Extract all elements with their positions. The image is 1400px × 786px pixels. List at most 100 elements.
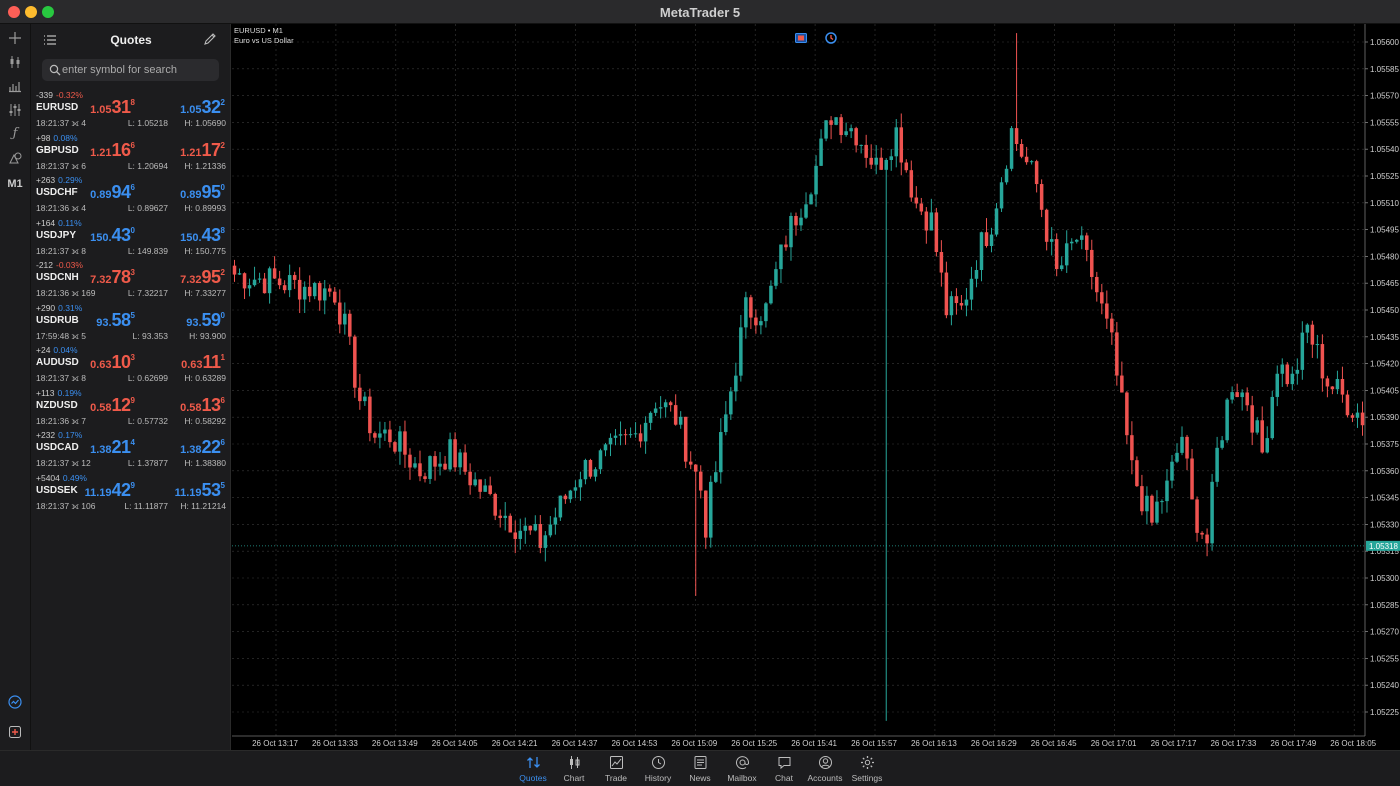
tab-chat[interactable]: Chat	[763, 755, 805, 785]
y-tick-label: 1.05495	[1370, 226, 1399, 235]
bid-price[interactable]: 1.38214	[90, 437, 135, 458]
tab-history[interactable]: History	[637, 755, 679, 785]
objects-shapes-icon[interactable]	[4, 148, 26, 168]
y-tick-label: 1.05585	[1370, 65, 1399, 74]
quote-time-spread: 18:21:37 ⟗ 4	[36, 118, 86, 128]
candle-body	[343, 313, 347, 325]
search-icon	[49, 64, 61, 76]
tab-quotes[interactable]: Quotes	[512, 755, 554, 785]
ask-price[interactable]: 1.05322	[180, 97, 225, 118]
ask-price[interactable]: 0.89950	[180, 182, 225, 203]
candle-body	[1085, 235, 1089, 250]
indicators-sliders-icon[interactable]	[4, 100, 26, 120]
candle-body	[1074, 239, 1079, 242]
tab-trade[interactable]: Trade	[595, 755, 637, 785]
tab-mailbox[interactable]: Mailbox	[721, 755, 763, 785]
new-order-icon[interactable]	[4, 722, 26, 742]
quote-row-gbpusd[interactable]: +98 0.08% GBPUSD 18:21:37 ⟗ 6 1.21166 1.21172…	[31, 133, 231, 175]
quote-change-percent: 0.31%	[58, 302, 83, 313]
ask-price[interactable]: 1.21172	[180, 140, 225, 161]
bid-price[interactable]: 93.585	[96, 310, 135, 331]
candle-body	[1215, 447, 1219, 482]
function-icon[interactable]: ƒ	[4, 124, 26, 144]
quote-symbol: USDCHF	[36, 187, 78, 198]
candle-body	[1165, 480, 1169, 502]
tab-label: Chart	[563, 773, 585, 783]
candle-body	[693, 464, 698, 472]
bid-price[interactable]: 1.05318	[90, 97, 135, 118]
candle-body	[473, 479, 477, 486]
timeframe-button[interactable]: M1	[4, 174, 26, 194]
search-input[interactable]	[62, 61, 212, 79]
candle-body	[1014, 128, 1019, 144]
quote-row-usdrub[interactable]: +290 0.31% USDRUB 17:59:48 ⟗ 5 93.585 93.590 L…	[31, 303, 231, 345]
quote-symbol: EURUSD	[36, 102, 79, 113]
candle-body	[1350, 415, 1355, 418]
candle-body	[1245, 392, 1249, 406]
candle-body	[764, 303, 768, 322]
candle-body	[1285, 364, 1290, 385]
candle-body	[964, 299, 969, 306]
candle-body	[297, 279, 302, 300]
quote-row-eurusd[interactable]: -339 -0.32% EURUSD 18:21:37 ⟗ 4 1.05318 1.053…	[31, 90, 231, 132]
quote-low: L: 149.839	[127, 245, 168, 256]
quote-row-nzdusd[interactable]: +113 0.19% NZDUSD 18:21:36 ⟗ 7 0.58129 0.5813…	[31, 388, 231, 430]
candle-body	[1345, 394, 1350, 416]
chart-symbol-timeframe[interactable]: EURUSD • M1	[234, 26, 294, 36]
ask-price-point: 6	[220, 395, 225, 405]
bid-price-pips: 12	[111, 394, 132, 415]
candle-body	[1175, 452, 1179, 462]
edit-pencil-icon[interactable]	[203, 32, 217, 46]
quote-row-usdjpy[interactable]: +164 0.11% USDJPY 18:21:37 ⟗ 8 150.430 150.43…	[31, 218, 231, 260]
chat-bubble-icon	[778, 757, 790, 770]
one-click-trading-icon[interactable]	[795, 33, 807, 43]
ask-price[interactable]: 0.58136	[180, 395, 225, 416]
quote-low: L: 0.57732	[127, 415, 168, 426]
ask-price[interactable]: 93.590	[186, 310, 225, 331]
gear-icon	[860, 756, 874, 769]
market-clock-icon[interactable]	[825, 32, 837, 44]
quote-row-usdsek[interactable]: +5404 0.49% USDSEK 18:21:37 ⟗ 106 11.19429 11…	[31, 473, 231, 515]
ask-price[interactable]: 7.32952	[180, 267, 225, 288]
tab-accounts[interactable]: Accounts	[804, 755, 846, 785]
trading-signals-icon[interactable]	[4, 692, 26, 712]
quote-high: H: 1.05690	[184, 118, 226, 128]
x-tick-label: 26 Oct 16:45	[1031, 739, 1077, 748]
quote-high: H: 93.900	[189, 330, 226, 341]
crosshair-icon[interactable]	[4, 28, 26, 48]
bar-chart-icon[interactable]	[4, 76, 26, 96]
quote-change-points: -339	[36, 90, 54, 100]
quote-change-percent: 0.29%	[58, 175, 83, 185]
quote-row-usdcad[interactable]: +232 0.17% USDCAD 18:21:37 ⟗ 12 1.38214 1.382…	[31, 430, 231, 472]
candle-body	[237, 273, 242, 275]
candlestick-chart-icon[interactable]	[4, 52, 26, 72]
account-user-icon	[818, 756, 832, 769]
y-tick-label: 1.05255	[1370, 654, 1399, 663]
y-tick-label: 1.05570	[1370, 92, 1399, 101]
tab-chart[interactable]: Chart	[553, 755, 595, 785]
candle-body	[959, 303, 964, 306]
symbol-search[interactable]	[42, 59, 219, 81]
quote-row-audusd[interactable]: +24 0.04% AUDUSD 18:21:37 ⟗ 8 0.63103 0.63111…	[31, 345, 231, 387]
candle-body	[307, 286, 312, 297]
candle-body	[1270, 396, 1275, 439]
price-chart[interactable]: 1.05600 1.05585 1.05570 1.05555 1.05540 1.055…	[232, 24, 1400, 750]
bid-price[interactable]: 0.58129	[90, 395, 135, 416]
bid-price[interactable]: 1.21166	[90, 140, 135, 161]
ask-price[interactable]: 1.38226	[180, 437, 225, 458]
quote-change-percent: 0.49%	[62, 472, 87, 483]
bid-price-pips: 16	[111, 139, 132, 160]
ask-price[interactable]: 150.438	[180, 225, 225, 246]
chart-area[interactable]: 1.05600 1.05585 1.05570 1.05555 1.05540 1.055…	[232, 24, 1400, 750]
bid-price[interactable]: 0.63103	[90, 352, 135, 373]
tab-news[interactable]: News	[679, 755, 721, 785]
ask-price[interactable]: 0.63111	[181, 352, 225, 373]
bid-price[interactable]: 150.430	[90, 225, 135, 246]
ask-price[interactable]: 11.19535	[175, 480, 225, 501]
bid-price[interactable]: 0.89946	[90, 182, 135, 203]
quote-row-usdcnh[interactable]: -212 -0.03% USDCNH 18:21:36 ⟗ 169 7.32783 7.3…	[31, 260, 231, 302]
tab-settings[interactable]: Settings	[846, 755, 888, 785]
bid-price[interactable]: 11.19429	[85, 480, 135, 501]
bid-price[interactable]: 7.32783	[90, 267, 135, 288]
quote-row-usdchf[interactable]: +263 0.29% USDCHF 18:21:36 ⟗ 4 0.89946 0.8995…	[31, 175, 231, 217]
